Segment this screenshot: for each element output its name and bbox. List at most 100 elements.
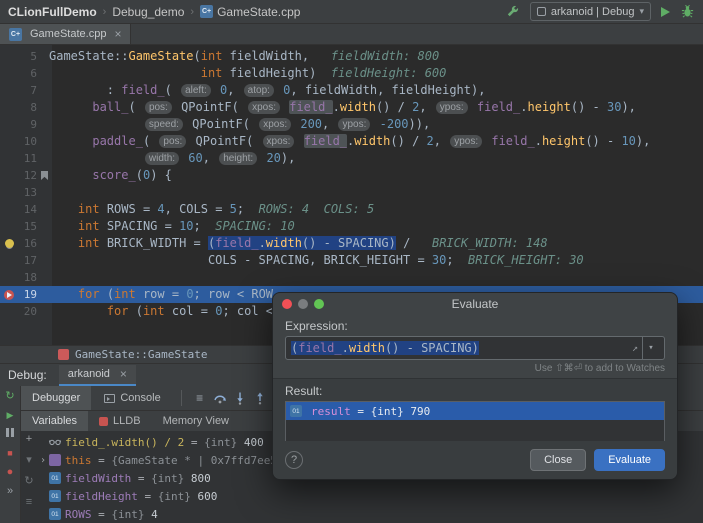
gutter-space [0, 48, 18, 65]
breadcrumb-folder[interactable]: Debug_demo [112, 5, 184, 19]
show-execution-point-icon[interactable]: ≡ [191, 389, 209, 407]
zoom-window-button[interactable] [314, 299, 324, 309]
fold-column [40, 133, 49, 150]
gutter-space [0, 201, 18, 218]
expander-icon[interactable]: › [37, 455, 49, 466]
code-line[interactable]: 11 width: 60, height: 20), [0, 150, 703, 167]
code-line[interactable]: 10 paddle_( pos: QPointF( xpos: field_. w… [0, 133, 703, 150]
code-segment: ; [446, 253, 454, 267]
menu-icon[interactable]: ≡ [26, 497, 32, 508]
close-window-button[interactable] [282, 299, 292, 309]
code-line[interactable]: 9 speed: QPointF( xpos: 200, ypos: -200)… [0, 116, 703, 133]
code-segment: QPointF( [184, 117, 258, 131]
code-segment: ROWS: 4 COLS: 5 [244, 202, 375, 216]
build-wrench-icon[interactable] [505, 4, 520, 19]
variable-name: field_.width() / 2 [65, 435, 185, 449]
step-out-icon[interactable] [251, 389, 269, 407]
close-tab-icon[interactable]: × [114, 28, 121, 40]
code-line[interactable]: 6 int fieldHeight) fieldHeight: 600 [0, 65, 703, 82]
fold-column [40, 252, 49, 269]
code-segment: fieldHeight) [222, 66, 317, 80]
variable-row[interactable]: ROWS = {int} 4 [37, 505, 703, 523]
close-button[interactable]: Close [530, 449, 587, 471]
code-line[interactable]: 15 int SPACING = 10; SPACING: 10 [0, 218, 703, 235]
code-segment: pos: [144, 101, 172, 114]
stop-icon[interactable]: ■ [7, 447, 12, 459]
resume-icon[interactable]: ▶ [7, 409, 14, 421]
tab-variables[interactable]: Variables [21, 411, 89, 431]
code-segment: ) { [150, 168, 172, 182]
evaluate-dialog: Evaluate Expression: (field_.width() - S… [272, 292, 678, 480]
code-segment: , [202, 151, 218, 165]
variable-row[interactable]: fieldHeight = {int} 600 [37, 487, 703, 505]
close-session-icon[interactable]: × [120, 368, 127, 380]
debug-session-tab[interactable]: arkanoid × [58, 364, 136, 386]
expression-text[interactable]: (field_.width() - SPACING) [291, 341, 632, 355]
debug-button[interactable] [680, 4, 695, 19]
tab-memory-view[interactable]: Memory View [152, 411, 240, 431]
code-segment: field_ [476, 100, 521, 114]
variable-name: fieldHeight [65, 489, 138, 503]
code-line[interactable]: 14 int ROWS = 4, COLS = 5; ROWS: 4 COLS:… [0, 201, 703, 218]
run-button[interactable] [661, 6, 670, 17]
step-over-icon[interactable] [211, 389, 229, 407]
breadcrumb-project[interactable]: CLionFullDemo [8, 5, 97, 19]
tab-console[interactable]: Console [93, 386, 171, 410]
code-segment: field_ [215, 236, 259, 250]
code-segment: score_ [92, 168, 136, 182]
code-text: speed: QPointF( xpos: 200, ypos: -200)), [49, 116, 703, 133]
expand-expression-icon[interactable]: ↗ [632, 343, 638, 354]
code-line[interactable]: 18 [0, 269, 703, 286]
more-options-icon[interactable]: » [7, 485, 13, 497]
gutter-space [0, 65, 18, 82]
code-segment: ball_ [92, 100, 129, 114]
tab-debugger[interactable]: Debugger [21, 386, 92, 410]
code-segment: , [433, 134, 449, 148]
code-line[interactable]: 8 ball_( pos: QPointF( xpos: field_.widt… [0, 99, 703, 116]
gutter-space [0, 252, 18, 269]
code-line[interactable]: 16 int BRICK_WIDTH = (field_.width() - S… [0, 235, 703, 252]
variable-icon [290, 405, 302, 417]
line-number: 11 [23, 152, 37, 165]
code-segment: GameState:: [49, 49, 129, 63]
help-button[interactable]: ? [285, 451, 303, 469]
breadcrumb-file[interactable]: GameState.cpp [217, 5, 300, 19]
equals-sign: = [91, 453, 112, 467]
refresh-icon[interactable]: ↻ [24, 476, 33, 487]
code-line[interactable]: 5 GameState::GameState(int fieldWidth, fi… [0, 48, 703, 65]
code-line[interactable]: 17 COLS - SPACING, BRICK_HEIGHT = 30; BR… [0, 252, 703, 269]
current-method-breadcrumb[interactable]: GameState::GameState [75, 348, 207, 361]
expression-dropdown-button[interactable]: ▾ [642, 337, 659, 359]
console-icon [104, 393, 116, 403]
expression-combobox[interactable]: (field_.width() - SPACING) ↗ ▾ [285, 336, 665, 360]
step-into-icon[interactable] [231, 389, 249, 407]
code-segment: int [142, 304, 165, 318]
intention-bulb-icon[interactable] [0, 235, 18, 252]
evaluate-button[interactable]: Evaluate [594, 449, 665, 471]
run-configuration-select[interactable]: arkanoid | Debug ▾ [529, 2, 651, 21]
code-segment: . [258, 236, 266, 250]
code-line[interactable]: 7 : field_( aleft: 0, atop: 0, fieldWidt… [0, 82, 703, 99]
code-segment: width [265, 236, 302, 250]
code-line[interactable]: 12 score_(0) { [0, 167, 703, 184]
equals-sign: = [137, 489, 158, 503]
view-breakpoints-icon[interactable]: ● [7, 466, 14, 478]
editor-tab-gamestate[interactable]: GameState.cpp × [0, 24, 132, 44]
code-segment: 4 [157, 202, 165, 216]
code-segment: col = [164, 304, 216, 318]
code-segment: 200 [300, 117, 323, 131]
dialog-titlebar[interactable]: Evaluate [273, 293, 677, 315]
code-line[interactable]: 13 [0, 184, 703, 201]
breakpoint-icon[interactable] [0, 286, 18, 303]
result-row[interactable]: result = {int} 790 [286, 402, 664, 420]
variable-type: {GameState * | 0x7ffd7ee5a [111, 453, 284, 467]
expand-icon[interactable]: ▾ [26, 455, 32, 466]
fold-column [40, 201, 49, 218]
rerun-icon[interactable]: ↻ [5, 390, 14, 402]
add-watch-icon[interactable]: + [26, 434, 32, 445]
minimize-window-button[interactable] [298, 299, 308, 309]
pause-icon[interactable] [6, 428, 14, 440]
tab-lldb[interactable]: LLDB [88, 411, 152, 431]
